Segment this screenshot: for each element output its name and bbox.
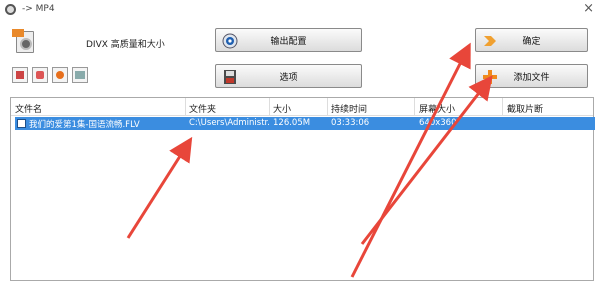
table-row[interactable]: 我们的爱第1集-国语流畅.FLV C:\Users\Administr... 1… [15, 117, 595, 130]
quality-label: DIVX 高质量和大小 [86, 40, 165, 50]
play-icon[interactable] [52, 67, 68, 83]
file-duration: 03:33:06 [331, 118, 370, 128]
file-size: 126.05M [273, 118, 311, 128]
output-config-label: 输出配置 [270, 36, 307, 47]
small-toolbar [12, 67, 88, 83]
col-header-size[interactable]: 大小 [273, 102, 291, 115]
plus-icon [483, 70, 497, 84]
app-icon [5, 4, 16, 15]
format-icon [12, 29, 36, 55]
row-checkbox[interactable] [17, 119, 26, 128]
remove-icon[interactable] [12, 67, 28, 83]
window-title: -> MP4 [22, 4, 55, 14]
file-name: 我们的爱第1集-国语流畅.FLV [29, 120, 140, 130]
col-header-screen-size[interactable]: 屏幕大小 [419, 102, 455, 115]
file-list-header: 文件名 文件夹 大小 持续时间 屏幕大小 截取片断 [11, 98, 593, 116]
file-folder: C:\Users\Administr... [189, 118, 269, 128]
confirm-button[interactable]: 确定 [475, 28, 588, 52]
file-screen-size: 640x360 [419, 118, 457, 128]
options-button[interactable]: 选项 [215, 64, 362, 88]
file-list[interactable]: 文件名 文件夹 大小 持续时间 屏幕大小 截取片断 我们的爱第1集-国语流畅.F… [10, 97, 595, 281]
add-file-button[interactable]: 添加文件 [475, 64, 588, 88]
output-config-button[interactable]: 输出配置 [215, 28, 362, 52]
col-header-folder[interactable]: 文件夹 [189, 102, 216, 115]
confirm-label: 确定 [522, 36, 541, 47]
gear-icon [222, 33, 238, 49]
delete-icon[interactable] [32, 67, 48, 83]
col-header-clip[interactable]: 截取片断 [507, 102, 543, 115]
title-bar: -> MP4 × [0, 0, 600, 20]
arrow-right-icon [484, 36, 496, 46]
close-icon[interactable]: × [583, 1, 594, 16]
add-file-label: 添加文件 [513, 72, 550, 83]
media-info-icon[interactable] [72, 67, 88, 83]
floppy-icon [224, 70, 236, 84]
col-header-duration[interactable]: 持续时间 [331, 102, 367, 115]
col-header-name[interactable]: 文件名 [15, 102, 42, 115]
options-label: 选项 [279, 72, 298, 83]
